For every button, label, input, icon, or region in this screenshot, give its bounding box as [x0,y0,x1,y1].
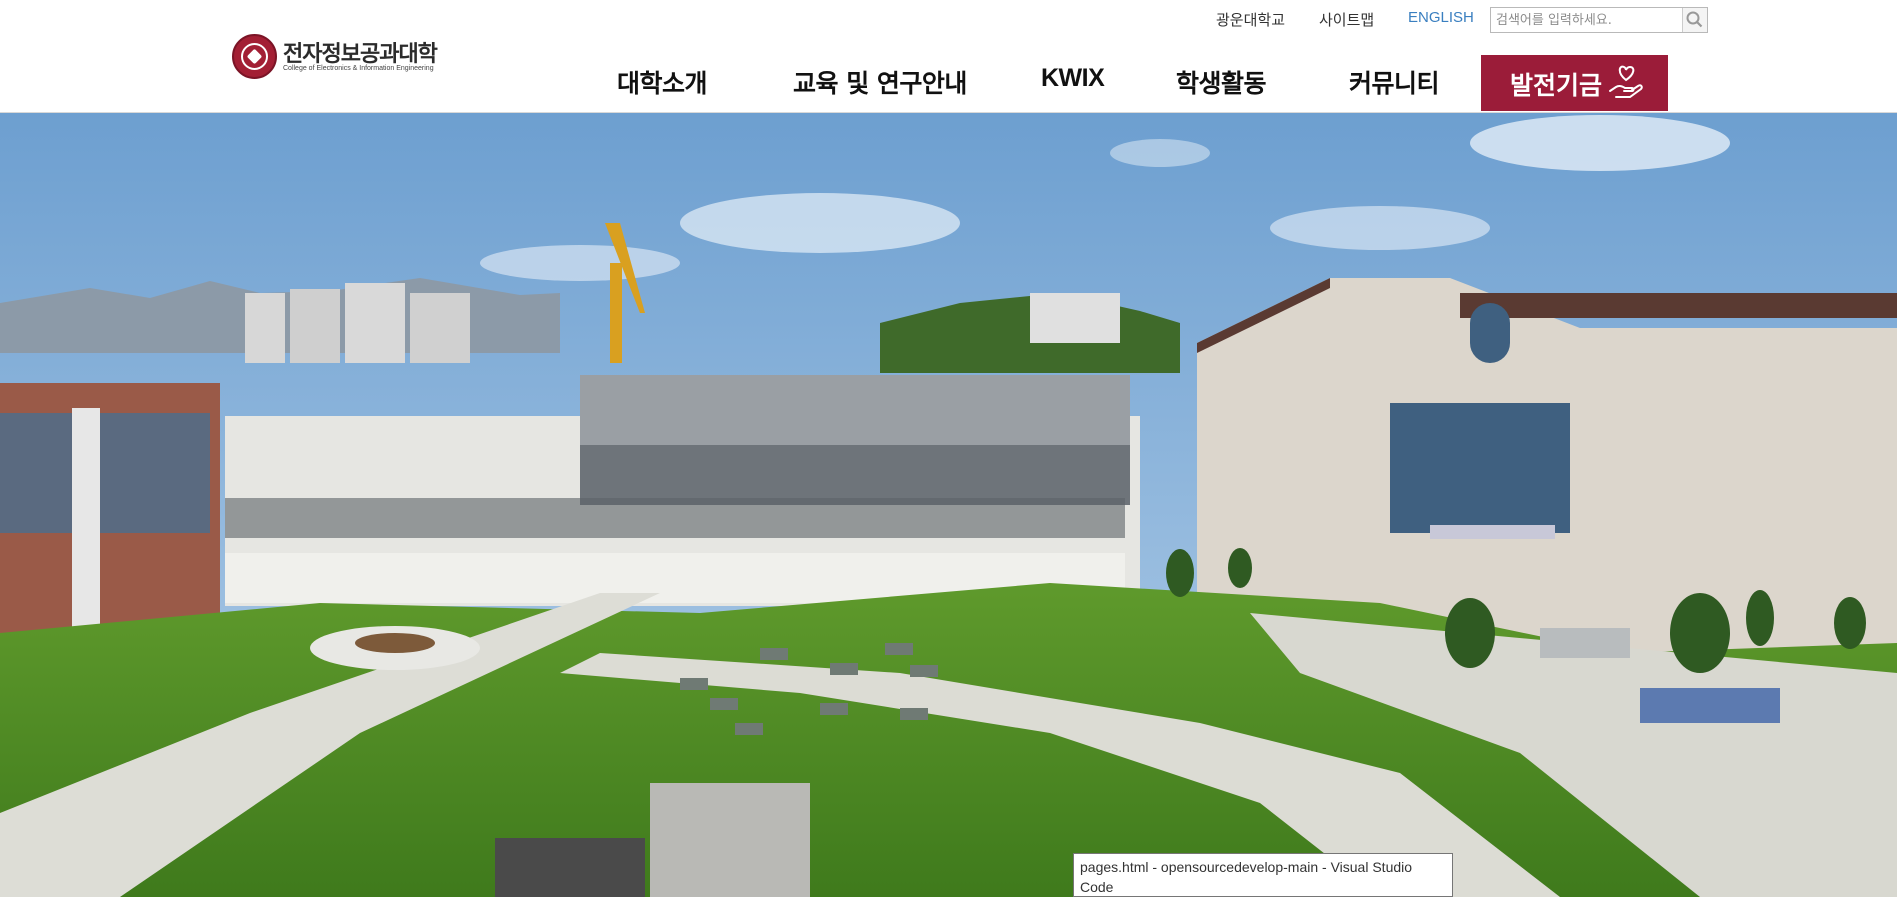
nav-item-community[interactable]: 커뮤니티 [1349,64,1440,100]
window-tooltip: pages.html - opensourcedevelop-main - Vi… [1073,853,1453,897]
emblem-icon [232,34,277,79]
university-link[interactable]: 광운대학교 [1216,9,1285,30]
logo-title: 전자정보공과대학 [283,42,438,67]
campus-photo [0,113,1897,897]
nav-item-about[interactable]: 대학소개 [617,64,708,100]
site-header: 광운대학교 사이트맵 ENGLISH 전자정보공과대학 College of E… [0,0,1897,113]
english-link[interactable]: ENGLISH [1408,9,1474,26]
search-input[interactable] [1491,8,1681,32]
utility-bar: 광운대학교 사이트맵 ENGLISH [0,6,1897,33]
fund-button[interactable]: 발전기금 [1481,55,1668,111]
search-button[interactable] [1682,8,1707,32]
college-logo[interactable]: 전자정보공과대학 College of Electronics & Inform… [232,34,438,80]
nav-item-student-activities[interactable]: 학생활동 [1176,64,1267,100]
nav-item-kwix[interactable]: KWIX [1041,64,1105,93]
search-box [1490,7,1708,33]
hero-campus-image [0,113,1897,897]
fund-label: 발전기금 [1510,71,1603,100]
sitemap-link[interactable]: 사이트맵 [1319,9,1374,30]
search-icon [1686,11,1703,28]
logo-subtitle: College of Electronics & Information Eng… [283,65,434,72]
nav-item-education[interactable]: 교육 및 연구안내 [793,64,967,100]
donation-hand-heart-icon [1609,65,1643,98]
